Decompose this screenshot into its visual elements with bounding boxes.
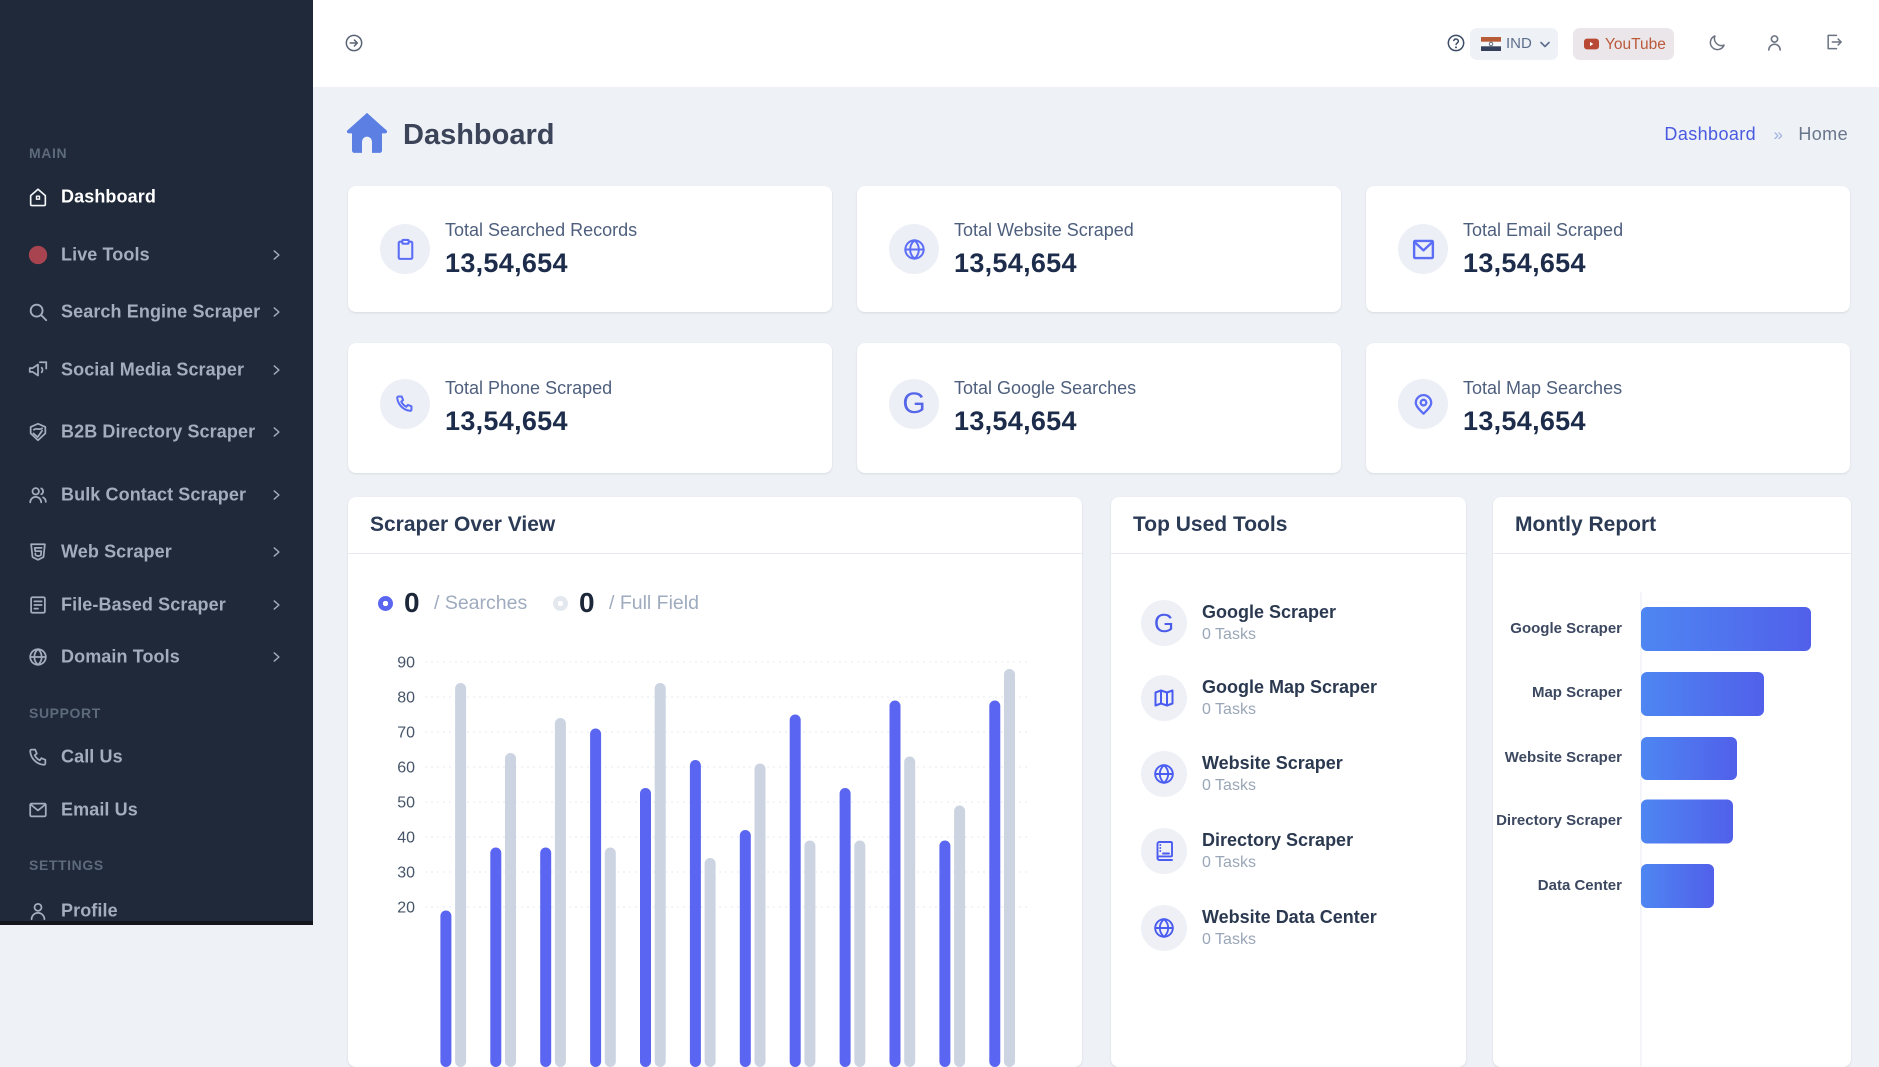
svg-text:60: 60 xyxy=(397,760,415,777)
svg-text:50: 50 xyxy=(397,795,415,812)
svg-text:Google Scraper: Google Scraper xyxy=(1510,620,1622,637)
svg-text:30: 30 xyxy=(397,865,415,882)
svg-text:70: 70 xyxy=(397,725,415,742)
svg-text:Directory Scraper: Directory Scraper xyxy=(1496,812,1622,829)
svg-text:40: 40 xyxy=(397,830,415,847)
svg-text:Data Center: Data Center xyxy=(1538,877,1622,894)
svg-text:80: 80 xyxy=(397,690,415,707)
svg-text:20: 20 xyxy=(397,900,415,917)
svg-text:Website Scraper: Website Scraper xyxy=(1505,749,1622,766)
svg-text:90: 90 xyxy=(397,655,415,672)
svg-text:Map Scraper: Map Scraper xyxy=(1532,684,1622,701)
